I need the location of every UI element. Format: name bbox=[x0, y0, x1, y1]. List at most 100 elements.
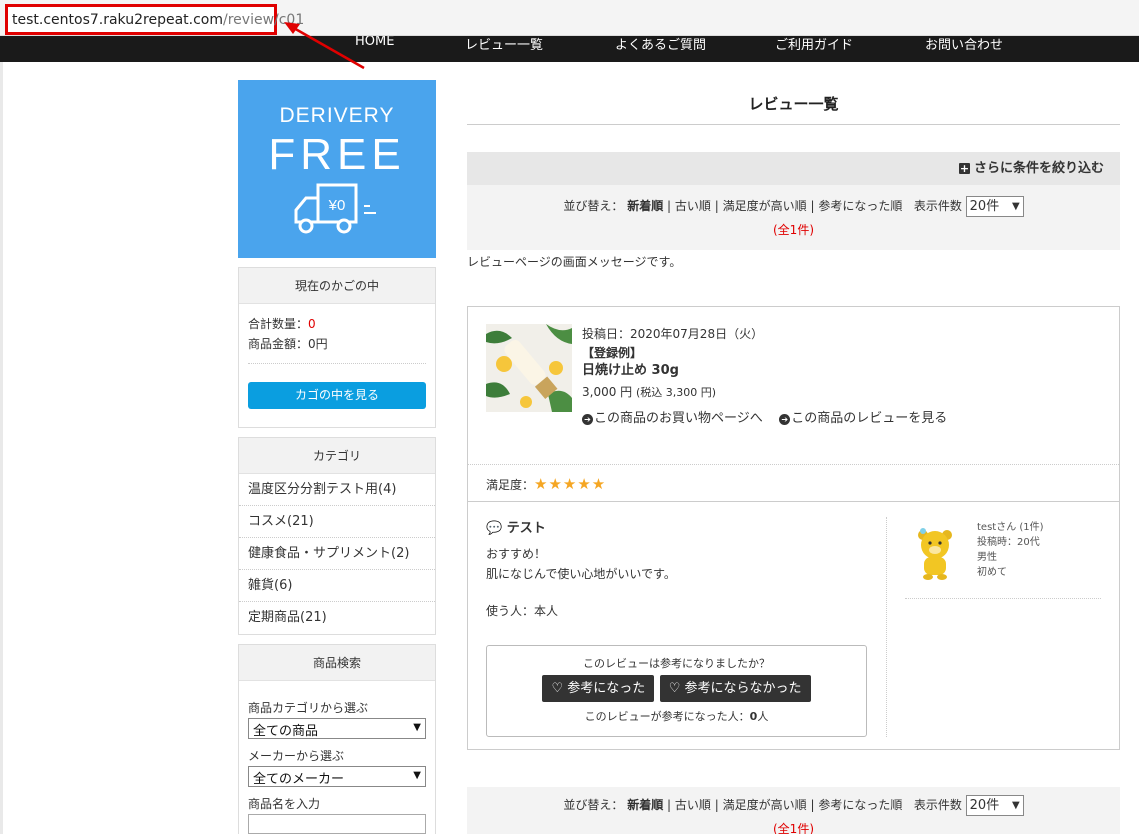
sort-label: 並び替え： bbox=[563, 798, 624, 812]
nav-guide[interactable]: ご利用ガイド bbox=[775, 34, 925, 50]
search-maker-label: メーカーから選ぶ bbox=[248, 749, 345, 763]
category-item-temperature[interactable]: 温度区分分割テスト用(4) bbox=[239, 474, 435, 506]
product-links: ➔ この商品のお買い物ページへ ➔ この商品のレビューを見る bbox=[582, 409, 947, 429]
free-delivery-banner[interactable]: DERIVERY FREE ¥0 bbox=[238, 80, 436, 258]
sort-helpful[interactable]: 参考になった順 bbox=[818, 199, 902, 213]
cart-box: 現在のかごの中 合計数量：0 商品金額：0円 カゴの中を見る bbox=[238, 267, 436, 428]
sort-helpful[interactable]: 参考になった順 bbox=[818, 798, 902, 812]
product-price-value: 3,000 円 bbox=[582, 385, 633, 399]
shop-page-link[interactable]: ➔ この商品のお買い物ページへ bbox=[582, 411, 763, 426]
cart-qty-label: 合計数量： bbox=[248, 317, 309, 331]
reviewer-gender: 男性 bbox=[977, 552, 997, 563]
filter-label: さらに条件を絞り込む bbox=[973, 161, 1104, 176]
helpful-yes-button[interactable]: ♡ 参考になった bbox=[542, 675, 655, 702]
category-item-health[interactable]: 健康食品・サプリメント(2) bbox=[239, 538, 435, 570]
sort-satisfaction[interactable]: 満足度が高い順 bbox=[723, 798, 807, 812]
search-heading: 商品検索 bbox=[239, 645, 435, 681]
page-title: レビュー一覧 bbox=[467, 80, 1120, 125]
search-category-select[interactable]: 全ての商品 ▼ bbox=[248, 718, 426, 739]
star-rating-icon: ★★★★★ bbox=[534, 475, 607, 493]
nav-review-list[interactable]: レビュー一覧 bbox=[465, 34, 615, 50]
category-item-cosme[interactable]: コスメ(21) bbox=[239, 506, 435, 538]
filter-toggle[interactable]: + さらに条件を絞り込む bbox=[467, 152, 1120, 185]
per-page-label: 表示件数 bbox=[913, 798, 962, 812]
helpful-no-label: 参考にならなかった bbox=[684, 681, 802, 696]
sort-oldest[interactable]: 古い順 bbox=[675, 798, 711, 812]
search-name-input[interactable] bbox=[248, 814, 426, 834]
sort-area: 並び替え： 新着順 | 古い順 | 満足度が高い順 | 参考になった順 表示件数… bbox=[467, 185, 1120, 250]
per-page-select[interactable]: 20件 ▼ bbox=[965, 795, 1024, 816]
per-page-select[interactable]: 20件 ▼ bbox=[965, 196, 1024, 217]
search-category-label: 商品カテゴリから選ぶ bbox=[248, 701, 369, 715]
speech-bubble-icon: 💬 bbox=[486, 521, 503, 536]
sort-separator: | bbox=[810, 798, 815, 812]
review-divider bbox=[886, 517, 887, 737]
review-title-text: テスト bbox=[506, 521, 546, 536]
address-bar[interactable]: test.centos7.raku2repeat.com/review/c01 bbox=[0, 0, 1139, 36]
nav-faq[interactable]: よくあるご質問 bbox=[615, 34, 775, 50]
helpful-box: このレビューは参考になりましたか？ ♡ 参考になった ♡ 参考にならなかった こ… bbox=[486, 645, 867, 737]
helpful-no-button[interactable]: ♡ 参考にならなかった bbox=[659, 675, 811, 702]
sort-area-bottom: 並び替え： 新着順 | 古い順 | 満足度が高い順 | 参考になった順 表示件数… bbox=[467, 787, 1120, 834]
product-price: 3,000 円 (税込 3,300 円) bbox=[582, 382, 947, 403]
cart-body: 合計数量：0 商品金額：0円 bbox=[239, 304, 435, 364]
banner-price-tag: ¥0 bbox=[328, 197, 346, 214]
sort-separator: | bbox=[667, 798, 672, 812]
sunscreen-product-image bbox=[486, 324, 572, 412]
search-maker-value: 全てのメーカー bbox=[253, 772, 345, 787]
review-body-line2: 肌になじんで使い心地がいいです。 bbox=[486, 567, 676, 581]
reviewer-age: 投稿時：20代 bbox=[977, 537, 1040, 548]
sort-oldest[interactable]: 古い順 bbox=[675, 199, 711, 213]
search-name-label: 商品名を入力 bbox=[248, 797, 321, 811]
chevron-down-icon: ▼ bbox=[413, 722, 421, 733]
search-maker-select[interactable]: 全てのメーカー ▼ bbox=[248, 766, 426, 787]
reviewer-name[interactable]: testさん (1件) bbox=[977, 520, 1044, 535]
category-item-subscription[interactable]: 定期商品(21) bbox=[239, 602, 435, 634]
category-item-goods[interactable]: 雑貨(6) bbox=[239, 570, 435, 602]
cart-qty-value: 0 bbox=[308, 317, 316, 331]
plus-square-icon: + bbox=[958, 162, 970, 175]
per-page-value: 20件 bbox=[969, 798, 1000, 813]
helpful-count-unit: 人 bbox=[757, 710, 769, 723]
annotation-arrow-icon bbox=[284, 22, 365, 70]
helpful-question: このレビューは参考になりましたか？ bbox=[583, 657, 770, 670]
helpful-buttons: ♡ 参考になった ♡ 参考にならなかった bbox=[487, 675, 866, 702]
review-content: 💬 テスト おすすめ！ 肌になじんで使い心地がいいです。 使う人：本人 bbox=[486, 517, 866, 619]
product-price-tax: (税込 3,300 円) bbox=[636, 386, 717, 399]
sort-label: 並び替え： bbox=[563, 199, 624, 213]
view-cart-button[interactable]: カゴの中を見る bbox=[248, 382, 426, 409]
nav-contact[interactable]: お問い合わせ bbox=[925, 34, 1003, 50]
product-thumbnail[interactable] bbox=[486, 324, 572, 415]
result-count-bottom: (全1件) bbox=[773, 822, 814, 834]
reviewer-meta: testさん (1件) 投稿時：20代 男性 初めて bbox=[977, 520, 1044, 580]
product-reviews-link-label: この商品のレビューを見る bbox=[791, 411, 948, 426]
sort-separator: | bbox=[810, 199, 815, 213]
shop-page-link-label: この商品のお買い物ページへ bbox=[594, 411, 763, 426]
url-host: test.centos7.raku2repeat.com bbox=[12, 12, 223, 28]
nav-home[interactable]: HOME bbox=[355, 34, 465, 50]
page-message: レビューページの画面メッセージです。 bbox=[467, 255, 682, 269]
sort-satisfaction[interactable]: 満足度が高い順 bbox=[723, 199, 807, 213]
delivery-truck-icon: ¥0 bbox=[294, 183, 376, 234]
satisfaction-row: 満足度：★★★★★ bbox=[468, 464, 1119, 502]
search-box: 商品検索 商品カテゴリから選ぶ 全ての商品 ▼ メーカーから選ぶ 全てのメーカー ▼… bbox=[238, 644, 436, 834]
product-name[interactable]: 日焼け止め 30g bbox=[582, 362, 947, 380]
reviewer-experience: 初めて bbox=[977, 567, 1007, 578]
heart-icon: ♡ bbox=[551, 681, 564, 696]
sort-row: 並び替え： 新着順 | 古い順 | 満足度が高い順 | 参考になった順 表示件数… bbox=[467, 195, 1120, 217]
banner-line1: DERIVERY bbox=[279, 104, 395, 127]
sidebar: DERIVERY FREE ¥0 現在のかごの中 合計数量：0 商品金額：0円 … bbox=[238, 80, 436, 834]
result-count: (全1件) bbox=[773, 223, 814, 237]
sort-newest[interactable]: 新着順 bbox=[627, 199, 663, 213]
helpful-count: このレビューが参考になった人：0人 bbox=[487, 708, 866, 724]
url-highlight[interactable]: test.centos7.raku2repeat.com/review/c01 bbox=[5, 4, 304, 35]
product-reviews-link[interactable]: ➔ この商品のレビューを見る bbox=[779, 411, 947, 426]
per-page-value: 20件 bbox=[969, 199, 1000, 214]
helpful-count-label: このレビューが参考になった人： bbox=[584, 710, 750, 723]
review-body-line1: おすすめ！ bbox=[486, 547, 547, 561]
main-content: レビュー一覧 + さらに条件を絞り込む 並び替え： 新着順 | 古い順 | 満足度… bbox=[467, 80, 1120, 750]
product-info: 投稿日：2020年07月28日（火） 【登録例】 日焼け止め 30g 3,000… bbox=[582, 324, 947, 429]
sort-newest[interactable]: 新着順 bbox=[627, 798, 663, 812]
review-user-line: 使う人：本人 bbox=[486, 604, 559, 618]
banner-line2: FREE bbox=[268, 130, 406, 179]
